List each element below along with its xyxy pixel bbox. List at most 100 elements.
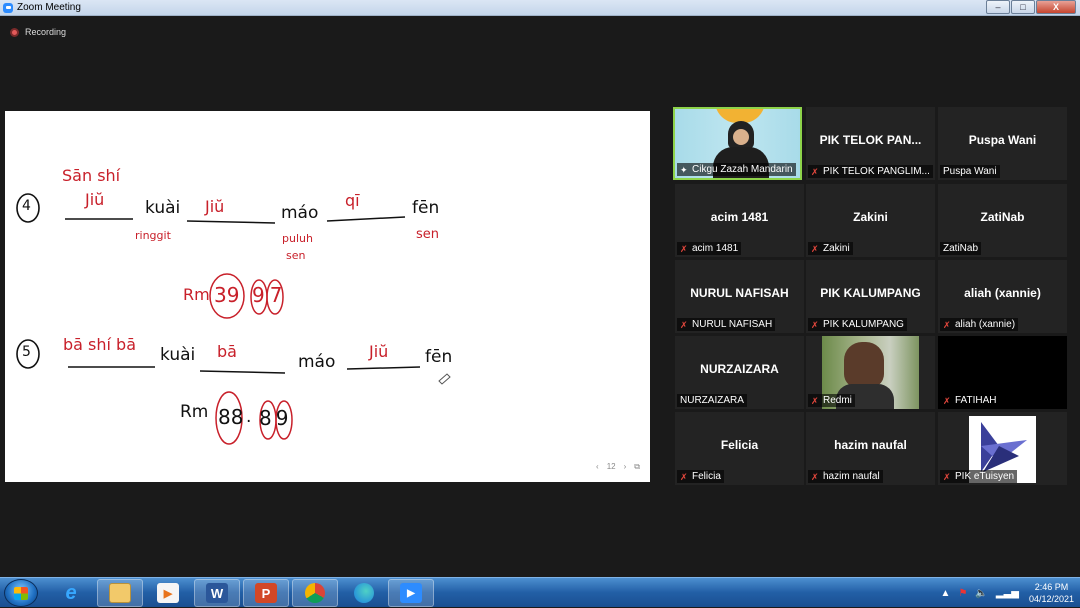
participant-name: aliah (xannie): [964, 286, 1041, 300]
participant-tile[interactable]: PIK TELOK PAN... ✗ PIK TELOK PANGLIM...: [806, 107, 935, 180]
mic-muted-icon: ✗: [943, 319, 951, 330]
mic-muted-icon: ✗: [943, 471, 951, 482]
participant-name: acim 1481: [710, 210, 769, 224]
mic-muted-icon: ✗: [680, 471, 688, 482]
participant-tile[interactable]: acim 1481 ✗ acim 1481: [675, 184, 804, 257]
participant-name: PIK TELOK PAN...: [819, 133, 922, 147]
minimize-button[interactable]: –: [986, 0, 1010, 14]
recording-indicator[interactable]: Recording: [10, 27, 66, 37]
clock[interactable]: 2:46 PM 04/12/2021: [1029, 581, 1074, 605]
row4-digits-sen: 97: [252, 283, 288, 307]
participant-label: ✗ FATIHAH: [940, 394, 1000, 407]
row4-number: 4: [22, 198, 31, 214]
row4-word1: Jiŭ: [85, 190, 105, 209]
signal-icon[interactable]: ▂▃▅: [996, 588, 1019, 599]
participant-tile[interactable]: ZatiNab ZatiNab: [938, 184, 1067, 257]
start-button[interactable]: [4, 579, 38, 607]
participant-name: NURZAIZARA: [700, 362, 779, 376]
system-tray: ▲ ⚑ 🔈 ▂▃▅ 2:46 PM 04/12/2021: [941, 578, 1074, 608]
row4-note-ringgit: ringgit: [135, 229, 171, 242]
row5-word1: bā shí bā: [63, 335, 137, 354]
maximize-button[interactable]: □: [1011, 0, 1035, 14]
recording-label: Recording: [25, 27, 67, 37]
window-title: Zoom Meeting: [17, 2, 81, 13]
window-titlebar: Zoom Meeting – □ X: [0, 0, 1080, 16]
participant-name: hazim naufal: [834, 438, 907, 452]
participant-label: ✗ aliah (xannie): [940, 318, 1019, 331]
participant-label: ✗ Redmi: [808, 394, 855, 407]
shared-screen-whiteboard[interactable]: 4 Sān shí Jiŭ kuài Jiŭ máo qī fēn ringgi…: [5, 111, 650, 482]
participant-tile[interactable]: NURZAIZARA NURZAIZARA: [675, 336, 804, 409]
participant-label: ✗ hazim naufal: [808, 470, 883, 483]
row5-word3: Jiŭ: [369, 342, 389, 361]
word-icon[interactable]: W: [194, 579, 240, 607]
powerpoint-icon[interactable]: P: [243, 579, 289, 607]
row5-digits-ringgit: 88: [218, 405, 244, 429]
clock-date: 04/12/2021: [1028, 594, 1074, 604]
participant-tile[interactable]: NURUL NAFISAH ✗ NURUL NAFISAH: [675, 260, 804, 333]
page-number: 12: [606, 462, 616, 471]
participant-label: ✗ PIK eTuisyen: [940, 470, 1018, 483]
row4-mao: máo: [281, 203, 319, 223]
network-alert-icon[interactable]: ⚑: [958, 588, 967, 599]
row4-note-sen: sen: [286, 249, 306, 262]
new-page-icon[interactable]: ⧉: [634, 462, 640, 472]
zoom-app-icon: [3, 2, 13, 13]
mic-muted-icon: ✗: [680, 243, 688, 254]
participant-tile[interactable]: ✗ FATIHAH: [938, 336, 1067, 409]
row5-mao: máo: [298, 352, 336, 372]
participant-label: ZatiNab: [940, 242, 982, 255]
whiteboard-pager: ‹ 12 › ⧉: [596, 462, 640, 472]
participant-tile[interactable]: ✗ Redmi: [806, 336, 935, 409]
participant-label: ✗ PIK KALUMPANG: [808, 318, 907, 331]
row4-digits-ringgit: 39: [214, 283, 240, 307]
row4-note-sen-right: sen: [416, 227, 440, 242]
row4-note-puluh: puluh: [282, 232, 313, 245]
pin-icon: ✦: [680, 164, 688, 175]
row4-word3: qī: [345, 191, 360, 210]
row5-kuai: kuài: [160, 345, 196, 365]
ie-icon[interactable]: e: [48, 579, 94, 607]
row4-word2: Jiŭ: [205, 197, 225, 216]
next-page-button[interactable]: ›: [624, 462, 627, 472]
participant-tile[interactable]: ✦ Cikgu Zazah Mandarin: [673, 107, 802, 180]
edge-icon[interactable]: [341, 579, 387, 607]
participant-name: NURUL NAFISAH: [690, 286, 789, 300]
show-hidden-icons[interactable]: ▲: [941, 588, 951, 599]
participant-label: NURZAIZARA: [677, 394, 747, 407]
row5-word2: bā: [217, 342, 237, 361]
participant-label: Puspa Wani: [940, 165, 1000, 178]
row5-digits-sen: 89: [259, 406, 293, 430]
participant-tile[interactable]: ✗ PIK eTuisyen: [938, 412, 1067, 485]
window-controls: – □ X: [985, 0, 1076, 15]
mic-muted-icon: ✗: [811, 166, 819, 177]
participant-name: Felicia: [720, 438, 759, 452]
participant-tile[interactable]: Felicia ✗ Felicia: [675, 412, 804, 485]
participant-tile[interactable]: Zakini ✗ Zakini: [806, 184, 935, 257]
mic-muted-icon: ✗: [943, 395, 951, 406]
chrome-icon[interactable]: [292, 579, 338, 607]
row4-pinyin-top: Sān shí: [62, 166, 121, 185]
participant-name: ZatiNab: [980, 210, 1025, 224]
participant-tile[interactable]: PIK KALUMPANG ✗ PIK KALUMPANG: [806, 260, 935, 333]
windows-taskbar: e ▶ W P ▶ ▲ ⚑ 🔈 ▂▃▅ 2:46 PM 04/12/2021: [0, 577, 1080, 607]
row5-dot: .: [246, 407, 252, 427]
participant-label: ✗ acim 1481: [677, 242, 742, 255]
participant-tile[interactable]: hazim naufal ✗ hazim naufal: [806, 412, 935, 485]
mic-muted-icon: ✗: [811, 243, 819, 254]
participant-tile[interactable]: aliah (xannie) ✗ aliah (xannie): [938, 260, 1067, 333]
participant-label: ✗ PIK TELOK PANGLIM...: [808, 165, 933, 178]
prev-page-button[interactable]: ‹: [596, 462, 599, 472]
close-button[interactable]: X: [1036, 0, 1076, 14]
row5-rm: Rm: [180, 402, 209, 422]
record-icon: [10, 27, 19, 37]
participant-name: Puspa Wani: [968, 133, 1037, 147]
media-player-icon[interactable]: ▶: [145, 579, 191, 607]
participant-name: PIK KALUMPANG: [820, 286, 921, 300]
participant-tile[interactable]: Puspa Wani Puspa Wani: [938, 107, 1067, 180]
volume-icon[interactable]: 🔈: [975, 588, 987, 599]
mic-muted-icon: ✗: [811, 319, 819, 330]
row5-fen: fēn: [425, 347, 453, 367]
zoom-icon[interactable]: ▶: [388, 579, 434, 607]
explorer-icon[interactable]: [97, 579, 143, 607]
